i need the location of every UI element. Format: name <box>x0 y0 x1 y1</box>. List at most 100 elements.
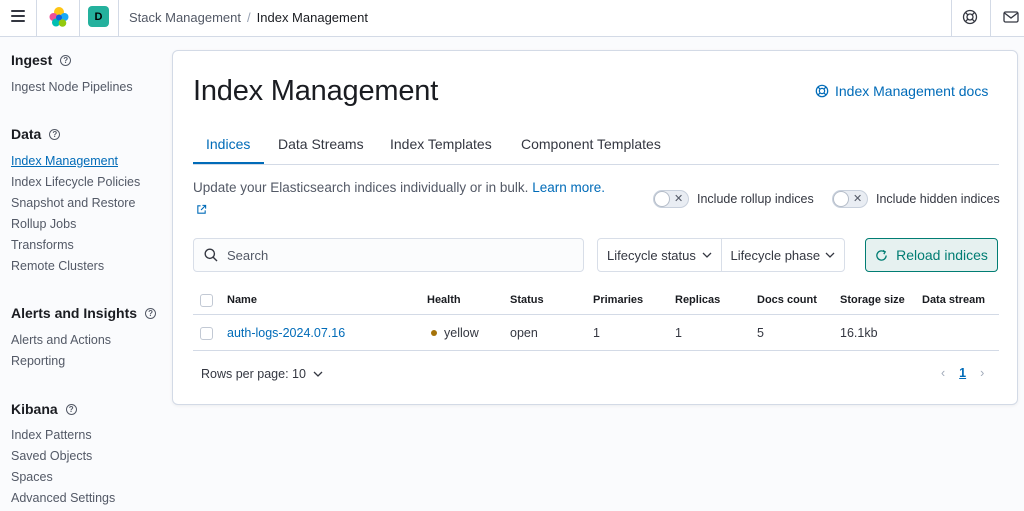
switch-knob <box>654 191 670 207</box>
column-header-primaries[interactable]: Primaries <box>593 294 643 306</box>
health-value: yellow <box>444 326 479 340</box>
description-text: Update your Elasticsearch indices indivi… <box>193 180 529 195</box>
sidebar-item-alerts-and-actions[interactable]: Alerts and Actions <box>11 333 111 347</box>
switch-knob <box>833 191 849 207</box>
primaries-cell: 1 <box>593 326 600 340</box>
learn-more-link[interactable]: Learn more. <box>532 180 605 195</box>
sidebar-item-index-patterns[interactable]: Index Patterns <box>11 428 92 442</box>
header-divider <box>36 0 37 37</box>
tab-index-templates[interactable]: Index Templates <box>390 136 492 152</box>
sidebar-section-title: Data <box>11 126 42 142</box>
chevron-down-icon <box>702 252 711 258</box>
external-link-icon[interactable] <box>196 204 207 215</box>
hidden-switch[interactable]: ✕ <box>832 190 868 208</box>
help-icon[interactable]: ? <box>65 403 77 415</box>
space-avatar[interactable]: D <box>88 6 109 27</box>
row-checkbox[interactable] <box>200 327 213 340</box>
tab-data-streams[interactable]: Data Streams <box>278 136 364 152</box>
header-divider <box>951 0 952 37</box>
header-divider <box>990 0 991 37</box>
reload-indices-button[interactable]: Reload indices <box>865 238 998 272</box>
reload-label: Reload indices <box>896 247 988 263</box>
sidebar-item-snapshot-and-restore[interactable]: Snapshot and Restore <box>11 196 135 210</box>
description: Update your Elasticsearch indices indivi… <box>193 180 605 195</box>
index-name-link[interactable]: auth-logs-2024.07.16 <box>227 326 345 340</box>
filter-label: Lifecycle status <box>607 247 696 263</box>
docs-link-label: Index Management docs <box>835 83 989 99</box>
column-header-docs-count[interactable]: Docs count <box>757 294 817 306</box>
sidebar-item-reporting[interactable]: Reporting <box>11 354 65 368</box>
lifecycle-status-filter[interactable]: Lifecycle status <box>598 239 721 271</box>
top-header: D Stack Management / Index Management <box>0 0 1024 37</box>
close-icon: ✕ <box>674 193 684 205</box>
include-hidden-toggle[interactable]: ✕ Include hidden indices <box>832 190 1000 208</box>
sidebar-section-ingest: Ingest ? <box>11 52 72 68</box>
health-status-icon <box>431 330 437 336</box>
include-rollup-toggle[interactable]: ✕ Include rollup indices <box>653 190 814 208</box>
previous-page-button[interactable]: ‹ <box>941 366 945 380</box>
breadcrumb: Stack Management / Index Management <box>129 10 368 25</box>
header-divider <box>79 0 80 37</box>
filter-label: Lifecycle phase <box>730 247 821 263</box>
search-input[interactable] <box>227 247 567 263</box>
column-header-status[interactable]: Status <box>510 294 544 306</box>
status-cell: open <box>510 326 538 340</box>
sidebar-section-data: Data ? <box>11 126 61 142</box>
breadcrumb-separator: / <box>247 10 251 25</box>
header-divider <box>118 0 119 37</box>
docs-link[interactable]: Index Management docs <box>815 83 988 99</box>
help-icon[interactable]: ? <box>49 128 61 140</box>
column-header-replicas[interactable]: Replicas <box>675 294 720 306</box>
breadcrumb-stack-management[interactable]: Stack Management <box>129 10 241 25</box>
toggle-label: Include hidden indices <box>876 192 1000 206</box>
sidebar-item-spaces[interactable]: Spaces <box>11 470 53 484</box>
sidebar-item-index-lifecycle-policies[interactable]: Index Lifecycle Policies <box>11 175 140 189</box>
sidebar-section-alerts-and-insights: Alerts and Insights ? <box>11 305 157 321</box>
sidebar-item-remote-clusters[interactable]: Remote Clusters <box>11 259 104 273</box>
toggle-label: Include rollup indices <box>697 192 814 206</box>
tab-bar: Indices Data Streams Index Templates Com… <box>193 131 999 165</box>
page-title: Index Management <box>193 75 439 107</box>
page-number-button[interactable]: 1 <box>959 366 966 380</box>
menu-icon[interactable] <box>11 10 25 22</box>
next-page-button[interactable]: › <box>980 366 984 380</box>
chevron-down-icon <box>825 252 835 258</box>
column-header-storage-size[interactable]: Storage size <box>840 294 905 306</box>
elastic-logo[interactable] <box>48 6 70 28</box>
breadcrumb-index-management: Index Management <box>256 10 368 25</box>
column-header-health[interactable]: Health <box>427 294 461 306</box>
help-icon[interactable]: ? <box>145 307 157 319</box>
column-header-name[interactable]: Name <box>227 294 257 306</box>
newsfeed-button[interactable] <box>1002 8 1020 26</box>
sidebar-item-transforms[interactable]: Transforms <box>11 238 74 252</box>
rollup-switch[interactable]: ✕ <box>653 190 689 208</box>
rows-per-page-button[interactable]: Rows per page: 10 <box>201 367 324 381</box>
sidebar-item-advanced-settings[interactable]: Advanced Settings <box>11 491 115 505</box>
lifebuoy-icon <box>815 84 829 98</box>
storage-size-cell: 16.1kb <box>840 326 878 340</box>
refresh-icon <box>876 249 887 261</box>
tab-component-templates[interactable]: Component Templates <box>521 136 661 152</box>
table-row: auth-logs-2024.07.16 yellow open 1 1 5 1… <box>193 315 999 351</box>
docs-count-cell: 5 <box>757 326 764 340</box>
sidebar-item-saved-objects[interactable]: Saved Objects <box>11 449 92 463</box>
help-icon[interactable]: ? <box>60 54 72 66</box>
management-sidebar: Ingest ? Ingest Node Pipelines Data ? In… <box>0 37 162 511</box>
index-management-panel: Index Management Index Management docs I… <box>172 50 1018 405</box>
sidebar-item-rollup-jobs[interactable]: Rollup Jobs <box>11 217 76 231</box>
search-icon <box>204 248 218 262</box>
select-all-checkbox[interactable] <box>200 294 213 307</box>
column-header-data-stream[interactable]: Data stream <box>922 294 985 306</box>
sidebar-item-ingest-node-pipelines[interactable]: Ingest Node Pipelines <box>11 80 133 94</box>
pagination: ‹ 1 › <box>941 366 984 380</box>
replicas-cell: 1 <box>675 326 682 340</box>
active-tab-indicator <box>193 162 264 164</box>
filter-group: Lifecycle status Lifecycle phase <box>597 238 845 272</box>
help-menu-button[interactable] <box>961 8 979 26</box>
close-icon: ✕ <box>853 193 863 205</box>
lifecycle-phase-filter[interactable]: Lifecycle phase <box>720 239 845 271</box>
sidebar-section-title: Ingest <box>11 52 53 68</box>
sidebar-item-index-management[interactable]: Index Management <box>11 154 118 168</box>
health-cell: yellow <box>431 326 479 340</box>
tab-indices[interactable]: Indices <box>206 136 250 152</box>
